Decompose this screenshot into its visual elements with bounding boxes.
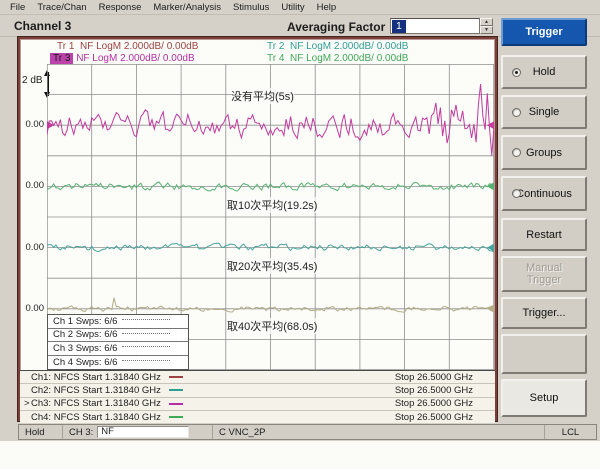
averaging-factor-label: Averaging Factor — [287, 20, 385, 34]
trace4-id: Tr 4 — [267, 53, 284, 64]
spinner-down-icon[interactable]: ▼ — [480, 26, 493, 34]
sweep-row-ch1: Ch 1 Swps: 6/6 — [48, 315, 188, 329]
trigger-menu-title[interactable]: Trigger — [501, 18, 587, 46]
sweep-row-ch2: Ch 2 Swps: 6/6 — [48, 329, 188, 343]
setup-button[interactable]: Setup — [501, 379, 587, 417]
freq-stop-label: Stop 26.5000 GHz — [395, 372, 473, 383]
trace4-legend[interactable]: Tr 4 NF LogM 2.000dB/ 0.00dB — [267, 53, 408, 64]
freq-row-ch1: Ch1: NFCS Start 1.31840 GHz Stop 26.5000… — [20, 371, 495, 384]
radio-icon — [512, 108, 521, 117]
sweep-dots — [122, 346, 170, 347]
trace-color-dash — [169, 403, 183, 405]
sweep-dots — [122, 360, 170, 361]
averaging-factor-value: 1 — [392, 20, 406, 33]
trace3-format: NF LogM 2.000dB/ 0.00dB — [76, 53, 194, 64]
ref-level-trace2: 0.00 — [21, 180, 44, 191]
freq-start-label: Ch3: NFCS Start 1.31840 GHz — [31, 398, 161, 409]
trace1-format: NF LogM 2.000dB/ 0.00dB — [80, 41, 198, 52]
trace1-legend[interactable]: Tr 1 NF LogM 2.000dB/ 0.00dB — [57, 41, 198, 52]
trace2-legend[interactable]: Tr 2 NF LogM 2.000dB/ 0.00dB — [267, 41, 408, 52]
annotation-no-averaging: 没有平均(5s) — [231, 88, 294, 104]
trace-legend: Tr 1 NF LogM 2.000dB/ 0.00dB Tr 2 NF Log… — [20, 40, 495, 64]
continuous-button[interactable]: Continuous — [501, 176, 587, 211]
sweep-dots — [122, 333, 170, 334]
menu-response[interactable]: Response — [93, 2, 148, 13]
averaging-factor-input[interactable]: 1 — [390, 18, 480, 34]
analyzer-screen: File Trace/Chan Response Marker/Analysis… — [0, 0, 600, 469]
menu-trace-chan[interactable]: Trace/Chan — [31, 2, 92, 13]
trace2-format: NF LogM 2.000dB/ 0.00dB — [290, 41, 408, 52]
spinner-up-icon[interactable]: ▲ — [480, 18, 493, 26]
groups-button[interactable]: Groups — [501, 135, 587, 170]
annotation-avg-20: 取20次平均(35.4s) — [227, 258, 317, 274]
radio-icon — [512, 148, 521, 157]
trace4-format: NF LogM 2.000dB/ 0.00dB — [290, 53, 408, 64]
ref-level-trace1: 0.00 — [21, 119, 44, 130]
menu-file[interactable]: File — [4, 2, 31, 13]
footer-area: 注: 测量点数 = 201, 在测量和校准时都进行了平均操作, 所显示的轨迹刻意… — [0, 441, 600, 469]
annotation-avg-40: 取40次平均(68.0s) — [227, 318, 317, 334]
trace1-id: Tr 1 — [57, 41, 74, 52]
graph-window: Tr 1 NF LogM 2.000dB/ 0.00dB Tr 2 NF Log… — [18, 37, 497, 421]
lcl-status: LCL — [544, 425, 596, 439]
single-button[interactable]: Single — [501, 95, 587, 129]
menu-help[interactable]: Help — [311, 2, 343, 13]
channel-title: Channel 3 — [14, 19, 71, 33]
status-bar: Hold CH 3: NF C VNC_2P LCL — [18, 424, 597, 440]
freq-start-label: Ch2: NFCS Start 1.31840 GHz — [31, 385, 161, 396]
trace-color-dash — [169, 416, 183, 418]
menu-marker-analysis[interactable]: Marker/Analysis — [147, 2, 227, 13]
menu-stimulus[interactable]: Stimulus — [227, 2, 275, 13]
trace-color-dash — [169, 389, 183, 391]
trace-color-dash — [169, 376, 183, 378]
freq-row-ch3: > Ch3: NFCS Start 1.31840 GHz Stop 26.50… — [20, 398, 495, 411]
freq-start-label: Ch4: NFCS Start 1.31840 GHz — [31, 412, 161, 423]
measurement-selector[interactable]: NF — [97, 426, 189, 438]
correction-status: C VNC_2P — [213, 425, 544, 439]
ref-level-trace3: 0.00 — [21, 242, 44, 253]
trace3-active-chip: Tr 3 — [50, 53, 73, 64]
freq-stop-label: Stop 26.5000 GHz — [395, 412, 473, 423]
manual-trigger-button-disabled: ManualTrigger — [501, 256, 587, 292]
sweep-row-ch4: Ch 4 Swps: 6/6 — [48, 356, 188, 370]
sweep-mode-status: Hold — [19, 425, 63, 439]
active-channel-marker: > — [24, 398, 31, 409]
trace2-id: Tr 2 — [267, 41, 284, 52]
freq-stop-label: Stop 26.5000 GHz — [395, 398, 473, 409]
radio-icon — [512, 189, 521, 198]
restart-button[interactable]: Restart — [501, 218, 587, 251]
trigger-more-button[interactable]: Trigger... — [501, 297, 587, 329]
annotation-avg-10: 取10次平均(19.2s) — [227, 197, 317, 213]
sweep-status-table: Ch 1 Swps: 6/6 Ch 2 Swps: 6/6 Ch 3 Swps:… — [47, 314, 189, 370]
softkey-panel: Trigger Hold Single Groups Continuous Re… — [498, 0, 600, 441]
freq-row-ch4: Ch4: NFCS Start 1.31840 GHz Stop 26.5000… — [20, 411, 495, 424]
channel-frequency-rows: Ch1: NFCS Start 1.31840 GHz Stop 26.5000… — [20, 370, 495, 423]
sweep-dots — [122, 319, 170, 320]
menu-utility[interactable]: Utility — [275, 2, 310, 13]
blank-softkey — [501, 334, 587, 374]
hold-button[interactable]: Hold — [501, 55, 587, 89]
ref-level-trace4: 0.00 — [21, 303, 44, 314]
radio-selected-icon — [512, 68, 521, 77]
trace3-legend-active[interactable]: Tr 3 NF LogM 2.000dB/ 0.00dB — [50, 53, 195, 64]
freq-stop-label: Stop 26.5000 GHz — [395, 385, 473, 396]
active-channel-status: CH 3: NF — [63, 425, 213, 439]
sweep-row-ch3: Ch 3 Swps: 6/6 — [48, 342, 188, 356]
averaging-factor-stepper: ▲ ▼ — [480, 18, 493, 34]
freq-row-ch2: Ch2: NFCS Start 1.31840 GHz Stop 26.5000… — [20, 384, 495, 397]
scale-per-division-label: 2 dB — [22, 75, 43, 86]
freq-start-label: Ch1: NFCS Start 1.31840 GHz — [31, 372, 161, 383]
